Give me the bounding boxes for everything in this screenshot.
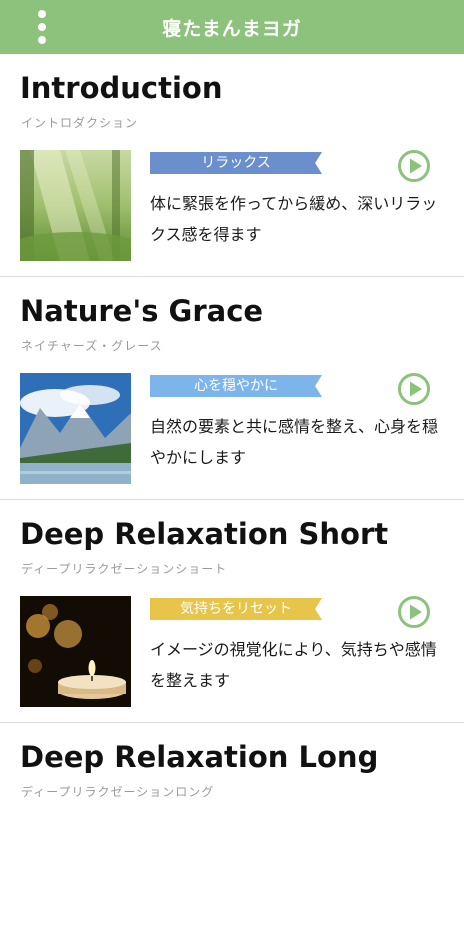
lesson-description: 体に緊張を作ってから緩め、深いリラックス感を得ます — [150, 194, 438, 244]
lesson-description: 自然の要素と共に感情を整え、心身を穏やかにします — [150, 417, 439, 467]
lesson-description: イメージの視覚化により、気持ちや感情を整えます — [150, 640, 437, 690]
lesson-tag: 気持ちをリセット — [150, 598, 322, 620]
lesson-tag: 心を穏やかに — [150, 375, 322, 397]
lesson-tag: リラックス — [150, 152, 322, 174]
lesson-subtitle: イントロダクション — [21, 116, 139, 130]
lesson-title: Deep Relaxation Long — [20, 740, 379, 774]
lesson-title: Introduction — [20, 71, 223, 105]
lesson-card-deep-relaxation-long[interactable]: Deep Relaxation Long ディープリラクゼーションロング — [0, 723, 464, 945]
play-icon[interactable] — [397, 372, 431, 406]
lesson-subtitle: ネイチャーズ・グレース — [21, 339, 163, 353]
lesson-title: Nature's Grace — [20, 294, 264, 328]
forest-sunlight-image — [20, 150, 131, 261]
lesson-subtitle: ディープリラクゼーションショート — [21, 562, 228, 576]
lesson-card-deep-relaxation-short[interactable]: Deep Relaxation Short ディープリラクゼーションショート 気… — [0, 500, 464, 723]
mountain-lake-image — [20, 373, 131, 484]
more-menu-icon[interactable] — [32, 10, 52, 44]
candle-image — [20, 596, 131, 707]
lesson-subtitle: ディープリラクゼーションロング — [21, 785, 215, 799]
app-header: 寝たまんまヨガ — [0, 0, 464, 54]
app-title: 寝たまんまヨガ — [162, 17, 302, 40]
lesson-title: Deep Relaxation Short — [20, 517, 389, 551]
play-icon[interactable] — [397, 149, 431, 183]
lesson-card-introduction[interactable]: Introduction イントロダクション リラックス 体に緊張を作ってから緩… — [0, 54, 464, 277]
play-icon[interactable] — [397, 595, 431, 629]
lesson-card-natures-grace[interactable]: Nature's Grace ネイチャーズ・グレース 心を穏やかに 自然の要素と… — [0, 277, 464, 500]
